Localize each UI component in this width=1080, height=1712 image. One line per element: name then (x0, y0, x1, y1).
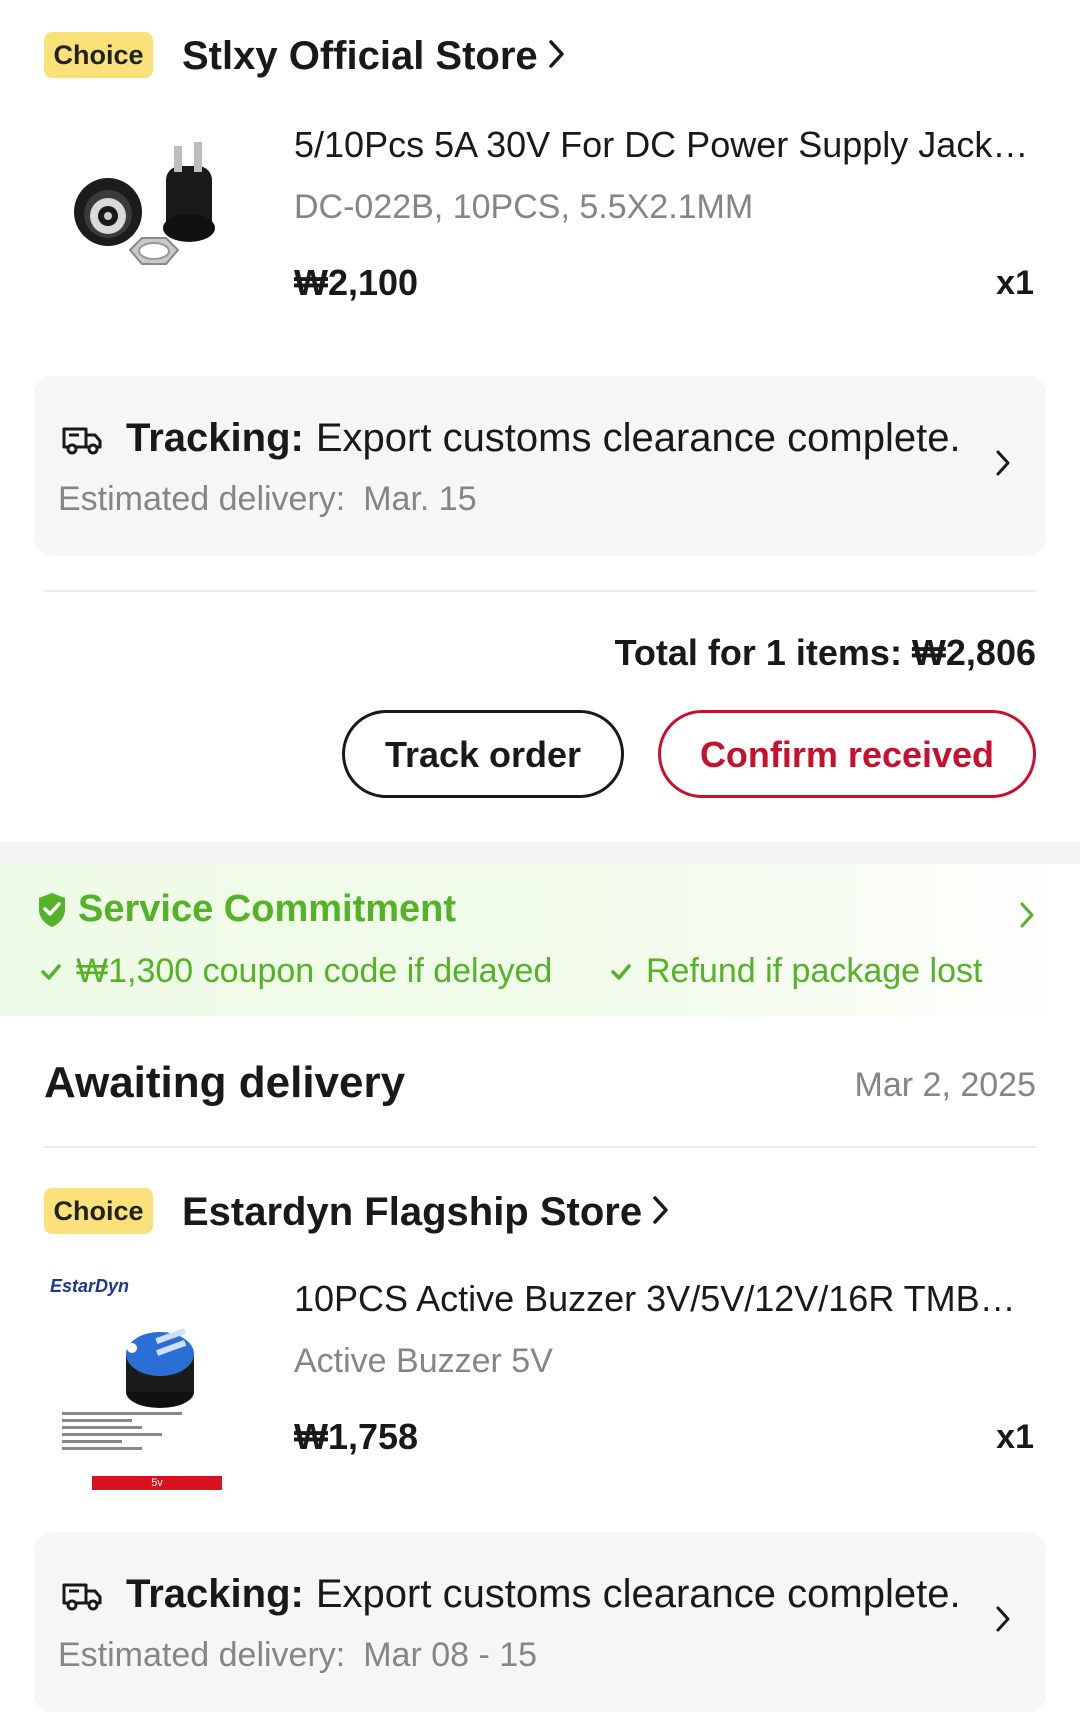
tracking-label: Tracking: (126, 416, 304, 460)
tracking-label: Tracking: (126, 1572, 304, 1616)
check-icon (611, 963, 631, 980)
order-total: Total for 1 items: ₩2,806 (614, 632, 1036, 673)
estimated-delivery-label: Estimated delivery: (58, 480, 346, 518)
product-title[interactable]: 10PCS Active Buzzer 3V/5V/12V/16R TMB… (294, 1278, 1054, 1320)
estimated-delivery-label: Estimated delivery: (58, 1636, 346, 1674)
product-variant: Active Buzzer 5V (294, 1342, 553, 1380)
estimated-delivery-value: Mar 08 - 15 (363, 1636, 538, 1674)
track-order-button[interactable]: Track order (342, 710, 624, 798)
estimated-delivery-value: Mar. 15 (363, 480, 477, 518)
service-item: Refund if package lost (610, 952, 982, 991)
brand-logo: EstarDyn (50, 1276, 130, 1296)
tracking-status: Export customs clearance complete. (315, 1572, 961, 1616)
chevron-right-icon (994, 1604, 1012, 1639)
store-name: Stlxy Official Store (182, 33, 538, 78)
service-item: ₩1,300 coupon code if delayed (40, 952, 552, 991)
check-icon (41, 963, 61, 980)
choice-badge: Choice (44, 1188, 153, 1234)
tracking-card[interactable]: Tracking: Export customs clearance compl… (34, 376, 1046, 556)
spec-text (62, 1408, 202, 1454)
product-image[interactable]: EstarDyn 5v (48, 1272, 228, 1498)
product-title[interactable]: 5/10Pcs 5A 30V For DC Power Supply Jack… (294, 124, 1054, 166)
voltage-tag: 5v (92, 1476, 222, 1490)
order-status-title: Awaiting delivery (44, 1058, 406, 1107)
chevron-right-icon (994, 448, 1012, 483)
divider (44, 590, 1036, 592)
store-name: Estardyn Flagship Store (182, 1189, 643, 1234)
section-separator (0, 842, 1080, 864)
order-date: Mar 2, 2025 (854, 1066, 1036, 1104)
active-buzzer-image (126, 1328, 194, 1408)
product-quantity: x1 (996, 1418, 1034, 1456)
product-price: ₩1,758 (294, 1416, 419, 1457)
dc-power-jack-image (74, 142, 215, 265)
product-image[interactable] (68, 132, 228, 292)
service-commitment-banner[interactable]: Service Commitment ₩1,300 coupon code if… (0, 864, 1080, 1016)
product-variant: DC-022B, 10PCS, 5.5X2.1MM (294, 188, 754, 226)
product-quantity: x1 (996, 264, 1034, 302)
chevron-right-icon (1018, 900, 1036, 935)
tracking-status: Export customs clearance complete. (315, 416, 961, 460)
tracking-card[interactable]: Tracking: Export customs clearance compl… (34, 1532, 1046, 1712)
service-title: Service Commitment (78, 888, 457, 930)
product-price: ₩2,100 (294, 262, 419, 303)
store-link[interactable]: Stlxy Official Store (182, 30, 568, 82)
chevron-right-icon (546, 37, 568, 76)
chevron-right-icon (650, 1193, 672, 1232)
confirm-received-button[interactable]: Confirm received (658, 710, 1036, 798)
delivery-truck-icon (60, 1575, 104, 1615)
store-link[interactable]: Estardyn Flagship Store (182, 1186, 672, 1238)
shield-check-icon (36, 891, 68, 929)
delivery-truck-icon (60, 419, 104, 459)
choice-badge: Choice (44, 32, 153, 78)
divider (44, 1146, 1036, 1148)
